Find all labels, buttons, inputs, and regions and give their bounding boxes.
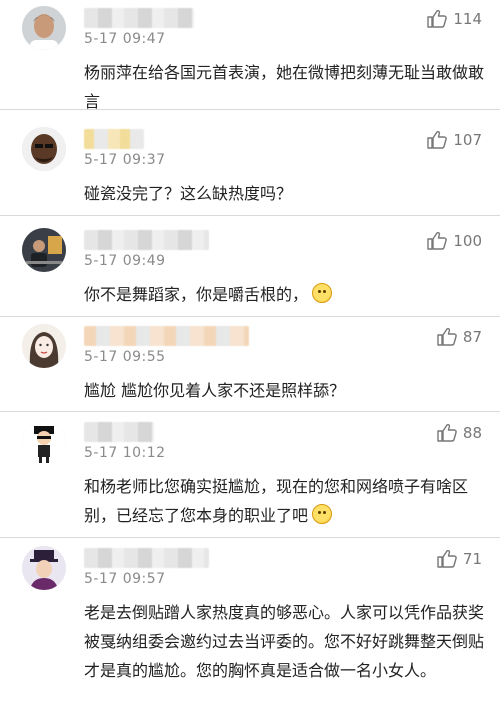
comment-feed: 5-17 09:47 114 杨丽萍在给各国元首表演，她在微博把刻薄无耻当敢做敢… — [0, 0, 500, 709]
avatar[interactable] — [22, 420, 66, 464]
comment-item: 5-17 09:55 87 尴尬 尴尬你见着人家不还是照样舔？ — [0, 318, 500, 412]
avatar[interactable] — [22, 546, 66, 590]
thumbs-up-icon — [427, 131, 448, 149]
thumbs-up-icon — [437, 550, 457, 568]
username-blurred[interactable] — [84, 8, 194, 28]
divider — [0, 109, 500, 110]
thumbs-up-icon — [437, 424, 457, 442]
like-count: 71 — [462, 550, 482, 568]
comment-text-content: 和杨老师比您确实挺尴尬，现在的您和网络喷子有啥区别，已经忘了您本身的职业了吧 — [84, 477, 469, 525]
avatar[interactable] — [22, 127, 66, 171]
comment-item: 5-17 10:12 88 和杨老师比您确实挺尴尬，现在的您和网络喷子有啥区别，… — [0, 414, 500, 538]
username-blurred[interactable] — [84, 326, 249, 346]
thumbs-up-icon — [427, 232, 448, 250]
comment-text: 老是去倒贴蹭人家热度真的够恶心。人家可以凭作品获奖被戛纳组委会邀约过去当评委的。… — [84, 603, 485, 680]
comment-text: 杨丽萍在给各国元首表演，她在微博把刻薄无耻当敢做敢言 — [84, 63, 485, 111]
timestamp: 5-17 10:12 — [84, 445, 166, 461]
thumbs-up-icon — [437, 328, 457, 346]
username-blurred[interactable] — [84, 230, 209, 250]
like-button[interactable]: 107 — [427, 131, 482, 149]
like-button[interactable]: 100 — [427, 232, 482, 250]
timestamp: 5-17 09:37 — [84, 152, 166, 168]
timestamp: 5-17 09:49 — [84, 253, 166, 269]
comment-text-content: 你不是舞蹈家，你是嚼舌根的， — [84, 285, 309, 304]
comment-item: 5-17 09:49 100 你不是舞蹈家，你是嚼舌根的， — [0, 222, 500, 317]
divider — [0, 537, 500, 538]
avatar[interactable] — [22, 324, 66, 368]
like-count: 114 — [453, 10, 482, 28]
like-button[interactable]: 114 — [427, 10, 482, 28]
username-blurred[interactable] — [84, 422, 154, 442]
timestamp: 5-17 09:47 — [84, 31, 166, 47]
like-button[interactable]: 71 — [437, 550, 482, 568]
like-count: 88 — [462, 424, 482, 442]
username-blurred[interactable] — [84, 548, 209, 568]
like-button[interactable]: 88 — [437, 424, 482, 442]
comment-item: 5-17 09:47 114 杨丽萍在给各国元首表演，她在微博把刻薄无耻当敢做敢… — [0, 0, 500, 111]
like-count: 100 — [453, 232, 482, 250]
comment-text: 你不是舞蹈家，你是嚼舌根的， — [84, 280, 484, 309]
comment-item: 5-17 09:37 107 碰瓷没完了？这么缺热度吗？ — [0, 121, 500, 216]
thumbs-up-icon — [427, 10, 448, 28]
like-button[interactable]: 87 — [437, 328, 482, 346]
comment-item: 5-17 09:57 71 老是去倒贴蹭人家热度真的够恶心。人家可以凭作品获奖被… — [0, 540, 500, 709]
timestamp: 5-17 09:55 — [84, 349, 166, 365]
like-count: 107 — [453, 131, 482, 149]
divider — [0, 215, 500, 216]
comment-text: 和杨老师比您确实挺尴尬，现在的您和网络喷子有啥区别，已经忘了您本身的职业了吧 — [84, 472, 484, 530]
divider — [0, 411, 500, 412]
like-count: 87 — [462, 328, 482, 346]
smile-emoji-icon — [312, 283, 333, 303]
grin-emoji-icon — [312, 504, 333, 524]
avatar[interactable] — [22, 6, 66, 50]
comment-text: 尴尬 尴尬你见着人家不还是照样舔？ — [84, 381, 346, 400]
timestamp: 5-17 09:57 — [84, 571, 166, 587]
avatar[interactable] — [22, 228, 66, 272]
comment-text: 碰瓷没完了？这么缺热度吗？ — [84, 184, 293, 203]
username-blurred[interactable] — [84, 129, 144, 149]
divider — [0, 316, 500, 317]
